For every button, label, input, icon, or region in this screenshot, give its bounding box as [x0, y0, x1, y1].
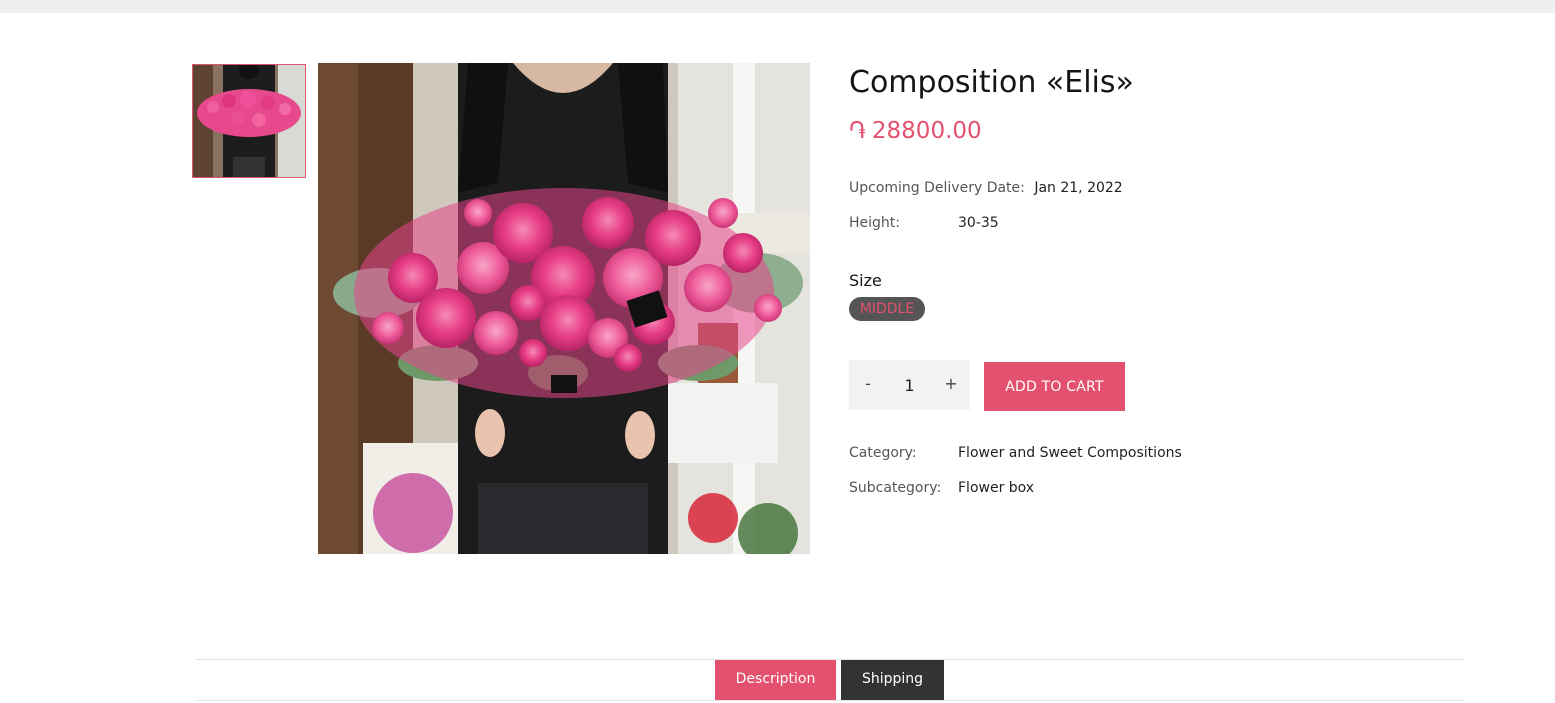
subcategory-label: Subcategory: [849, 480, 942, 496]
height-row: Height: 30-35 [849, 215, 999, 231]
quantity-increase-button[interactable]: + [932, 360, 970, 410]
bouquet-photo [318, 63, 810, 554]
tabs-bottom-divider [196, 700, 1464, 701]
quantity-decrease-button[interactable]: - [849, 360, 887, 410]
tab-description[interactable]: Description [715, 660, 836, 700]
product-main-image[interactable] [318, 63, 810, 554]
height-label: Height: [849, 215, 900, 231]
delivery-date-row: Upcoming Delivery Date: Jan 21, 2022 [849, 180, 1123, 196]
size-label: Size [849, 271, 882, 290]
add-to-cart-button[interactable]: ADD TO CART [984, 362, 1125, 411]
category-value: Flower and Sweet Compositions [958, 445, 1182, 461]
subcategory-row: Subcategory: Flower box [849, 480, 1034, 496]
quantity-input[interactable] [887, 360, 932, 410]
currency-symbol: ֏ [849, 118, 866, 144]
price-value: 28800.00 [871, 118, 982, 144]
delivery-date-value: Jan 21, 2022 [1034, 180, 1123, 196]
quantity-stepper: - + [849, 360, 970, 410]
height-value: 30-35 [958, 215, 999, 231]
top-bar [0, 0, 1555, 13]
bouquet-thumbnail-image [193, 65, 305, 177]
size-option-middle[interactable]: MIDDLE [849, 297, 925, 321]
subcategory-value: Flower box [958, 480, 1035, 496]
category-row: Category: Flower and Sweet Compositions [849, 445, 1182, 461]
product-thumbnail[interactable] [192, 64, 306, 178]
tab-shipping[interactable]: Shipping [841, 660, 944, 700]
category-label: Category: [849, 445, 917, 461]
delivery-date-label: Upcoming Delivery Date: [849, 180, 1025, 196]
product-price: ֏ 28800.00 [849, 118, 982, 144]
product-title: Composition «Elis» [849, 65, 1134, 100]
